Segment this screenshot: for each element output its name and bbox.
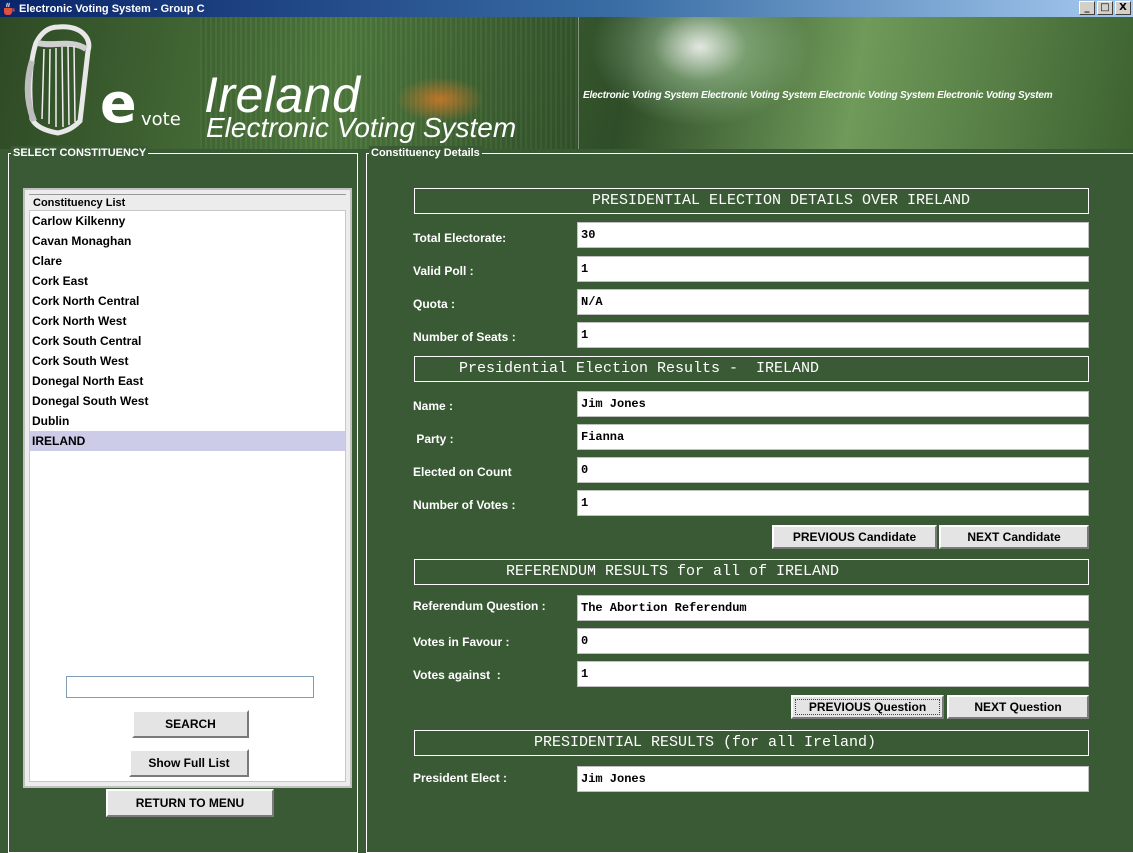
total-electorate-field: 30 [577, 222, 1089, 248]
list-item[interactable]: Cavan Monaghan [30, 231, 345, 251]
logo-vote: vote [141, 109, 181, 130]
referendum-header: REFERENDUM RESULTS for all of IRELAND [414, 559, 1089, 585]
votes-against-label: Votes against : [413, 668, 501, 682]
harp-icon [22, 21, 94, 144]
maximize-button[interactable]: □ [1097, 1, 1113, 15]
list-item[interactable]: Carlow Kilkenny [30, 211, 345, 231]
seats-label: Number of Seats : [413, 330, 516, 344]
constituency-details-legend: Constituency Details [369, 146, 482, 160]
valid-poll-field: 1 [577, 256, 1089, 282]
previous-candidate-button[interactable]: PREVIOUS Candidate [772, 525, 937, 549]
next-candidate-button[interactable]: NEXT Candidate [939, 525, 1089, 549]
minimize-button[interactable]: _ [1079, 1, 1095, 15]
logo-e: e [100, 72, 137, 135]
banner-tagline: Electronic Voting System Electronic Voti… [583, 90, 1053, 101]
list-item[interactable]: Cork North Central [30, 291, 345, 311]
number-of-votes-field: 1 [577, 490, 1089, 516]
banner: e vote Ireland Electronic Voting System … [0, 17, 1133, 149]
close-button[interactable]: X [1115, 1, 1131, 15]
votes-against-field: 1 [577, 661, 1089, 687]
list-item[interactable]: IRELAND [30, 431, 345, 451]
banner-glow [590, 17, 810, 127]
party-label: Party : [413, 432, 454, 446]
referendum-question-label: Referendum Question : [413, 599, 546, 613]
elected-on-count-label: Elected on Count [413, 465, 512, 479]
total-electorate-label: Total Electorate: [413, 231, 507, 245]
votes-in-favour-field: 0 [577, 628, 1089, 654]
name-label: Name : [413, 399, 454, 413]
search-input[interactable] [66, 676, 314, 698]
banner-subtitle: Electronic Voting System [206, 112, 517, 143]
list-item[interactable]: Donegal North East [30, 371, 345, 391]
results-header: Presidential Election Results - IRELAND [414, 356, 1089, 382]
window-controls: _ □ X [1079, 1, 1131, 15]
number-of-votes-label: Number of Votes : [413, 498, 516, 512]
previous-question-button[interactable]: PREVIOUS Question [791, 695, 944, 719]
window-title: Electronic Voting System - Group C [19, 2, 205, 15]
list-item[interactable]: Dublin [30, 411, 345, 431]
constituency-list-legend: Constituency List [31, 197, 128, 210]
list-item[interactable]: Donegal South West [30, 391, 345, 411]
select-constituency-panel: SELECT CONSTITUENCY Constituency List Ca… [8, 146, 358, 853]
constituency-details-panel: Constituency Details PRESIDENTIAL ELECTI… [366, 146, 1133, 853]
list-item[interactable]: Clare [30, 251, 345, 271]
referendum-question-field: The Abortion Referendum [577, 595, 1089, 621]
list-item[interactable]: Cork East [30, 271, 345, 291]
search-label: Type Constituency Name to search: [82, 650, 286, 664]
title-bar: Electronic Voting System - Group C _ □ X [0, 0, 1133, 17]
election-details-header: PRESIDENTIAL ELECTION DETAILS OVER IRELA… [414, 188, 1089, 214]
select-constituency-legend: SELECT CONSTITUENCY [11, 146, 149, 160]
president-elect-label: President Elect : [413, 771, 508, 785]
candidate-name-field: Jim Jones [577, 391, 1089, 417]
president-elect-field: Jim Jones [577, 766, 1089, 792]
java-coffee-icon [2, 2, 16, 16]
next-question-button[interactable]: NEXT Question [947, 695, 1089, 719]
search-button[interactable]: SEARCH [132, 710, 249, 738]
president-results-header: PRESIDENTIAL RESULTS (for all Ireland) [414, 730, 1089, 756]
seats-field: 1 [577, 322, 1089, 348]
list-item[interactable]: Cork South West [30, 351, 345, 371]
banner-divider [578, 17, 579, 149]
show-full-list-button[interactable]: Show Full List [129, 749, 249, 777]
list-item[interactable]: Cork South Central [30, 331, 345, 351]
constituency-list-border: Constituency List [29, 194, 346, 210]
quota-label: Quota : [413, 297, 455, 311]
list-item[interactable]: Cork North West [30, 311, 345, 331]
quota-field: N/A [577, 289, 1089, 315]
constituency-list-box: Constituency List Carlow Kilkenny Cavan M… [23, 188, 352, 788]
return-to-menu-button[interactable]: RETURN TO MENU [106, 789, 274, 817]
party-field: Fianna [577, 424, 1089, 450]
valid-poll-label: Valid Poll : [413, 264, 474, 278]
votes-in-favour-label: Votes in Favour : [413, 635, 510, 649]
elected-on-count-field: 0 [577, 457, 1089, 483]
